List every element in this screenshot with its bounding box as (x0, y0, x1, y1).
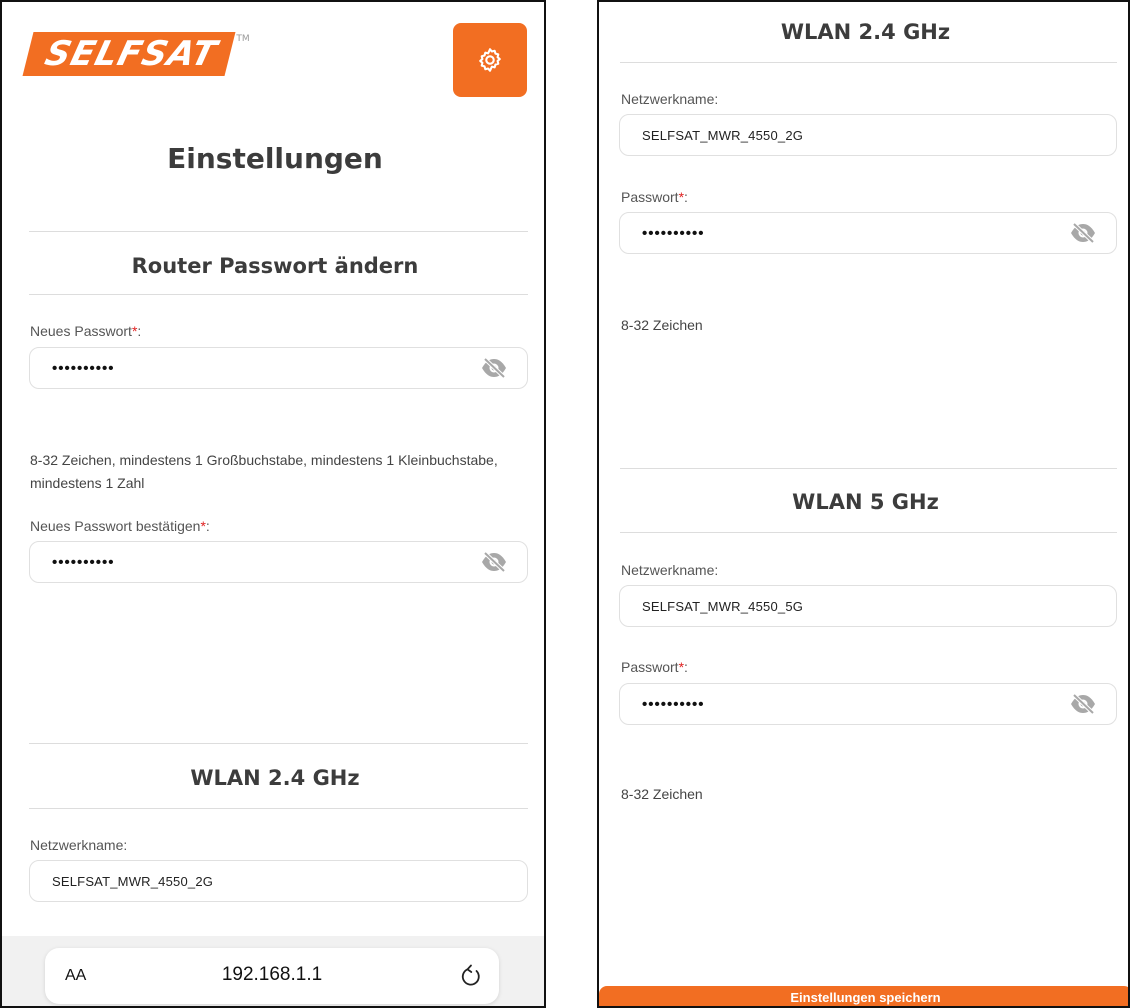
section-divider (620, 468, 1117, 469)
network-name-input[interactable]: SELFSAT_MWR_4550_2G (619, 114, 1117, 156)
network-name-input[interactable]: SELFSAT_MWR_4550_5G (619, 585, 1117, 627)
settings-button[interactable] (453, 23, 527, 97)
eye-slash-icon (1071, 693, 1095, 715)
section-divider (29, 231, 528, 232)
logo-text: SELFSAT (41, 34, 222, 74)
network-name-value: SELFSAT_MWR_4550_2G (642, 127, 804, 143)
eye-slash-icon (482, 551, 506, 573)
wlan-5-password-value: •••••••••• (642, 695, 705, 713)
password-requirements-hint: 8-32 Zeichen, mindestens 1 Großbuchstabe… (30, 452, 498, 491)
wlan-24-heading: WLAN 2.4 GHz (780, 20, 951, 44)
network-name-input[interactable]: SELFSAT_MWR_4550_2G (29, 860, 528, 902)
selfsat-logo: SELFSAT TM (22, 32, 250, 80)
wlan-24-password-hint: 8-32 Zeichen (621, 317, 703, 333)
wlan-5-password-label: Passwort*: (621, 659, 688, 675)
gear-icon (479, 48, 501, 72)
reload-icon[interactable] (457, 962, 485, 990)
wlan-5-password-input[interactable]: •••••••••• (619, 683, 1117, 725)
confirm-password-value: •••••••••• (52, 553, 115, 571)
toggle-visibility-button[interactable] (479, 550, 509, 574)
wlan-5-heading: WLAN 5 GHz (792, 490, 939, 514)
browser-address-bar: AA 192.168.1.1 (2, 936, 544, 1006)
page-title: Einstellungen (167, 142, 383, 175)
network-name-value: SELFSAT_MWR_4550_5G (642, 598, 804, 614)
toggle-visibility-button[interactable] (1068, 221, 1098, 245)
toggle-visibility-button[interactable] (479, 356, 509, 380)
new-password-input[interactable]: •••••••••• (29, 347, 528, 389)
settings-screen-top: SELFSAT TM Einstellungen Router Passwort… (0, 0, 546, 1008)
url-field[interactable]: AA 192.168.1.1 (45, 948, 499, 1004)
router-password-heading: Router Passwort ändern (131, 254, 419, 278)
eye-slash-icon (482, 357, 506, 379)
section-divider (620, 532, 1117, 533)
url-text: 192.168.1.1 (221, 964, 323, 985)
confirm-password-label: Neues Passwort bestätigen*: (30, 518, 210, 534)
wlan-5-password-hint: 8-32 Zeichen (621, 786, 703, 802)
section-divider (29, 743, 528, 744)
network-name-label: Netzwerkname: (621, 562, 719, 578)
wlan-24-password-label: Passwort*: (621, 189, 688, 205)
logo-trademark: TM (236, 34, 250, 44)
section-divider (29, 294, 528, 295)
settings-screen-bottom: WLAN 2.4 GHz Netzwerkname: SELFSAT_MWR_4… (597, 0, 1130, 1008)
wlan-24-password-input[interactable]: •••••••••• (619, 212, 1117, 254)
save-settings-button[interactable]: Einstellungen speichern (599, 986, 1128, 1006)
wlan-24-heading: WLAN 2.4 GHz (190, 766, 360, 790)
network-name-value: SELFSAT_MWR_4550_2G (52, 873, 214, 889)
wlan-24-password-value: •••••••••• (642, 224, 705, 242)
section-divider (29, 808, 528, 809)
section-divider (620, 62, 1117, 63)
toggle-visibility-button[interactable] (1068, 692, 1098, 716)
eye-slash-icon (1071, 222, 1095, 244)
new-password-label: Neues Passwort*: (30, 323, 142, 339)
new-password-value: •••••••••• (52, 359, 115, 377)
logo-badge: SELFSAT (22, 32, 236, 76)
network-name-label: Netzwerkname: (30, 837, 128, 853)
network-name-label: Netzwerkname: (621, 91, 719, 107)
confirm-password-input[interactable]: •••••••••• (29, 541, 528, 583)
